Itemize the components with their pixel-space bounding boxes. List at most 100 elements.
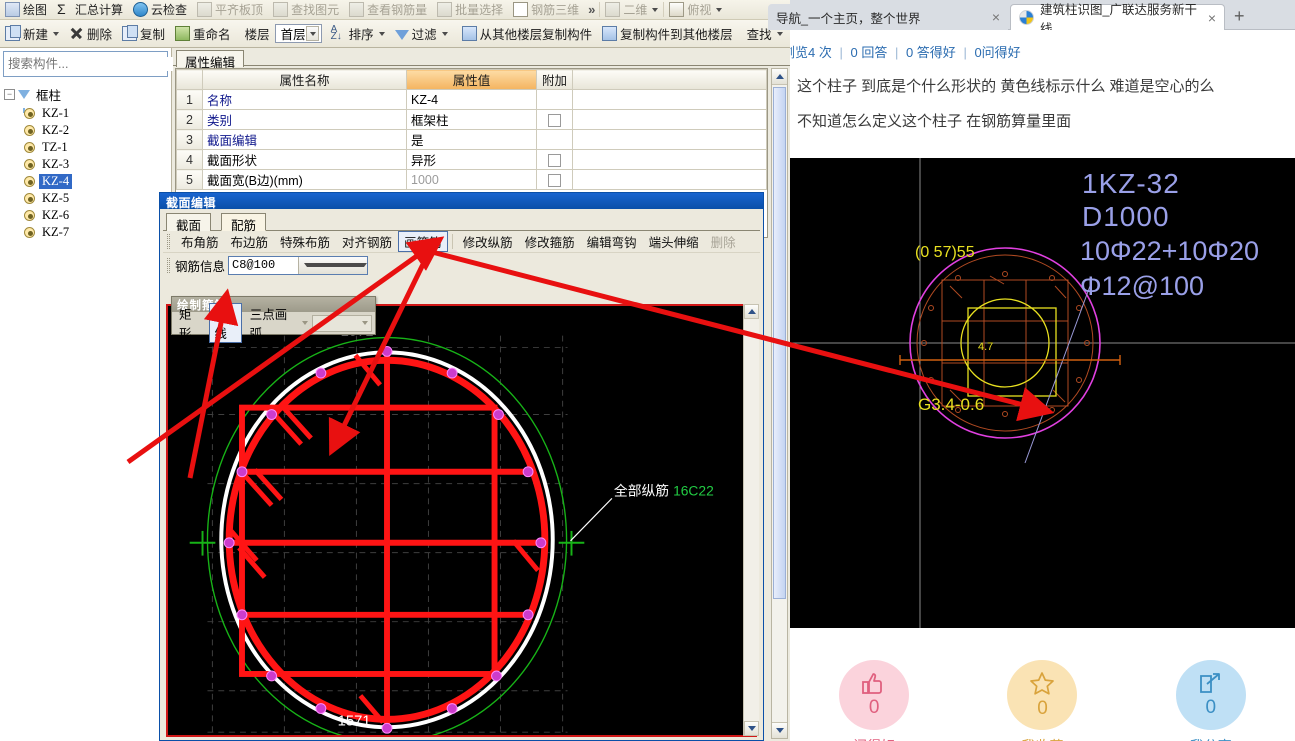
table-row[interactable]: 3 截面编辑是: [176, 129, 767, 150]
palette-three-point-arc-button[interactable]: 三点画弧: [246, 304, 299, 342]
copy-component-from-other-floor-button[interactable]: 从其他楼层复制构件: [457, 21, 598, 47]
chevron-down-icon[interactable]: [305, 26, 319, 41]
attach-cell[interactable]: [536, 109, 573, 130]
scroll-down-button[interactable]: [772, 722, 787, 738]
tab-reinforcement[interactable]: 配筋: [221, 213, 267, 233]
tab-property-edit[interactable]: 属性编辑: [176, 50, 245, 70]
tree-item-kz-6[interactable]: KZ-6: [2, 207, 171, 224]
tree-item-kz-7[interactable]: KZ-7: [2, 224, 171, 241]
property-name-cell[interactable]: 截面宽(B边)(mm): [202, 169, 407, 190]
chevron-down-icon[interactable]: [776, 31, 783, 36]
palette-extra-select[interactable]: [312, 314, 373, 332]
property-value-cell[interactable]: 1000: [406, 169, 537, 190]
chevron-down-icon[interactable]: [53, 31, 60, 36]
property-value-cell[interactable]: 是: [406, 129, 537, 150]
action-share[interactable]: 0 我分享: [1156, 660, 1266, 741]
attach-checkbox[interactable]: [548, 113, 561, 127]
toolbar-grip[interactable]: [167, 257, 170, 273]
chevron-down-icon[interactable]: [441, 31, 448, 36]
close-icon[interactable]: ×: [992, 9, 1000, 25]
table-row[interactable]: 1 名称 KZ-4: [176, 89, 767, 110]
table-row[interactable]: 2 类别 框架柱: [176, 109, 767, 130]
tool-corner-rebar[interactable]: 布角筋: [175, 231, 225, 252]
chevron-down-icon[interactable]: [652, 7, 659, 12]
ribbon-item-draw[interactable]: 绘图: [0, 0, 52, 19]
new-button[interactable]: 新建: [0, 21, 64, 47]
table-row[interactable]: 5 截面宽(B边)(mm) 1000: [176, 169, 767, 190]
property-value-cell[interactable]: 异形: [406, 149, 537, 170]
dialog-scroll-down-button[interactable]: [744, 721, 759, 736]
property-name-cell[interactable]: 截面编辑: [202, 129, 407, 150]
tree-item-kz-2[interactable]: KZ-2: [2, 122, 171, 139]
rename-button[interactable]: 重命名: [170, 21, 236, 47]
property-name-cell[interactable]: 名称: [202, 89, 407, 110]
browser-tab-active[interactable]: 建筑柱识图_广联达服务新干线 ×: [1010, 3, 1225, 36]
sort-button[interactable]: A Z↓ 排序: [326, 21, 390, 47]
cad-diameter-text: D1000: [1082, 201, 1170, 232]
floor-select[interactable]: 首层: [274, 24, 322, 43]
section-canvas[interactable]: 全部纵筋 16C22 1571 1571: [168, 306, 755, 737]
tool-special-rebar[interactable]: 特殊布筋: [274, 231, 336, 252]
tool-edit-hook[interactable]: 编辑弯钩: [581, 231, 643, 252]
tree-item-kz-5[interactable]: KZ-5: [2, 190, 171, 207]
copy-component-to-other-floor-button[interactable]: 复制构件到其他楼层: [597, 21, 738, 47]
favorite-circle[interactable]: 0: [1007, 660, 1078, 730]
ribbon-item-2d[interactable]: 二维: [600, 0, 663, 19]
tree-item-kz-3[interactable]: KZ-3: [2, 156, 171, 173]
filter-button[interactable]: 过滤: [390, 21, 453, 47]
table-row[interactable]: 4 截面形状 异形: [176, 149, 767, 170]
close-icon[interactable]: ×: [1208, 10, 1216, 26]
dialog-canvas-scrollbar[interactable]: [743, 304, 759, 736]
attach-cell[interactable]: [536, 129, 573, 150]
tool-edge-rebar[interactable]: 布边筋: [225, 231, 275, 252]
copy-button[interactable]: 复制: [117, 21, 170, 47]
ribbon-item-cloud-check[interactable]: 云检查: [128, 0, 192, 19]
action-good-question[interactable]: 0 问得好: [819, 660, 929, 741]
tree-item-kz-1[interactable]: KZ-1: [2, 105, 171, 122]
tool-draw-stirrup[interactable]: 画箍筋: [398, 231, 448, 252]
share-circle[interactable]: 0: [1175, 660, 1246, 730]
rebar-info-select[interactable]: C8@100: [228, 255, 369, 275]
tool-edit-stirrup[interactable]: 修改箍筋: [519, 231, 581, 252]
expander-icon[interactable]: −: [4, 89, 15, 100]
tab-section[interactable]: 截面: [166, 213, 212, 233]
ribbon-overflow-chevron-top[interactable]: »: [584, 2, 599, 17]
dialog-scroll-up-button[interactable]: [744, 304, 759, 319]
chevron-down-icon[interactable]: [302, 321, 309, 325]
attach-cell[interactable]: [536, 89, 573, 110]
property-value-cell[interactable]: KZ-4: [406, 89, 537, 110]
browser-tab-navigation[interactable]: 导航_一个主页，整个世界 ×: [768, 4, 1008, 30]
tool-edit-longitudinal[interactable]: 修改纵筋: [457, 231, 519, 252]
toolbar-grip[interactable]: [167, 234, 170, 249]
tool-align-rebar[interactable]: 对齐钢筋: [336, 231, 398, 252]
attach-cell[interactable]: [536, 149, 573, 170]
search-input[interactable]: [4, 57, 173, 71]
palette-line-button[interactable]: 直线: [209, 303, 242, 343]
chevron-down-icon[interactable]: [378, 31, 385, 36]
tree-item-kz-4[interactable]: KZ-4: [2, 173, 171, 190]
ribbon-item-summary-calc[interactable]: 汇总计算: [52, 0, 128, 19]
action-favorite[interactable]: 0 我收藏: [987, 660, 1097, 741]
chevron-down-icon[interactable]: [297, 256, 368, 274]
delete-button[interactable]: 删除: [64, 21, 117, 47]
new-tab-button[interactable]: +: [1234, 7, 1245, 25]
good-question-circle[interactable]: 0: [839, 660, 910, 730]
property-panel-scrollbar[interactable]: [771, 68, 788, 739]
tree-root-frame-column[interactable]: − 框柱: [2, 84, 171, 113]
section-canvas-frame[interactable]: 全部纵筋 16C22 1571 1571: [166, 304, 757, 737]
property-value-cell[interactable]: 框架柱: [406, 109, 537, 130]
tool-end-extend[interactable]: 端头伸缩: [643, 231, 705, 252]
search-component-row[interactable]: [3, 51, 183, 77]
tree-item-tz-1[interactable]: TZ-1: [2, 139, 171, 156]
attach-cell[interactable]: [536, 169, 573, 190]
property-name-cell[interactable]: 截面形状: [202, 149, 407, 170]
attach-checkbox[interactable]: [548, 173, 561, 187]
attach-checkbox[interactable]: [548, 153, 561, 167]
scrollbar-thumb[interactable]: [773, 87, 786, 599]
scroll-up-button[interactable]: [772, 69, 787, 85]
chevron-down-icon[interactable]: [716, 7, 723, 12]
property-name-cell[interactable]: 类别: [202, 109, 407, 130]
ribbon-item-top-view[interactable]: 俯视: [664, 0, 727, 19]
chevron-down-icon[interactable]: [362, 321, 369, 325]
palette-rectangle-button[interactable]: 矩形: [175, 304, 205, 342]
